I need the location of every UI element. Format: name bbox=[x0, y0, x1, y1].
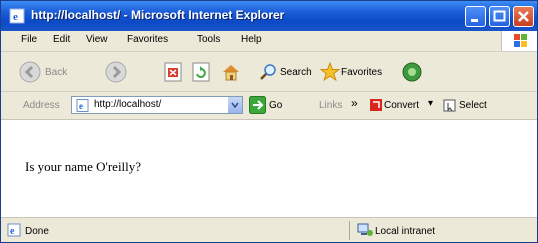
page-text: Is your name O'reilly? bbox=[25, 159, 142, 174]
menu-edit[interactable]: Edit bbox=[53, 34, 70, 45]
intranet-icon bbox=[357, 223, 373, 237]
search-icon bbox=[260, 64, 276, 80]
address-input[interactable]: e http://localhost/ bbox=[71, 96, 243, 114]
stop-icon bbox=[164, 62, 182, 82]
home-icon bbox=[223, 65, 239, 81]
select-button[interactable]: Select bbox=[459, 100, 487, 111]
minimize-button[interactable] bbox=[465, 6, 486, 27]
refresh-icon bbox=[192, 62, 210, 82]
back-button[interactable] bbox=[19, 61, 41, 83]
stop-button[interactable] bbox=[164, 62, 182, 82]
favorites-label: Favorites bbox=[341, 67, 383, 78]
forward-button[interactable] bbox=[105, 61, 127, 83]
status-divider bbox=[349, 221, 350, 240]
minimize-icon bbox=[471, 19, 478, 22]
maximize-icon bbox=[493, 10, 506, 22]
convert-dropdown-icon[interactable]: ▾ bbox=[428, 98, 433, 109]
search-button[interactable] bbox=[259, 62, 279, 82]
menu-help[interactable]: Help bbox=[241, 34, 262, 45]
address-bar: Address e http://localhost/ Go Links » C… bbox=[1, 92, 537, 120]
maximize-button[interactable] bbox=[489, 6, 510, 27]
close-icon bbox=[518, 11, 529, 22]
address-url: http://localhost/ bbox=[94, 99, 162, 110]
svg-text:e: e bbox=[13, 11, 18, 23]
refresh-button[interactable] bbox=[192, 62, 210, 82]
title-bar[interactable]: e http://localhost/ - Microsoft Internet… bbox=[1, 1, 537, 31]
menu-favorites[interactable]: Favorites bbox=[127, 34, 168, 45]
go-arrow-icon bbox=[249, 96, 266, 114]
favorites-star-icon bbox=[319, 61, 341, 82]
address-label: Address bbox=[23, 100, 60, 111]
back-label: Back bbox=[45, 67, 68, 78]
links-chevron-icon[interactable]: » bbox=[351, 96, 358, 110]
home-button[interactable] bbox=[220, 61, 242, 83]
status-bar: e Done Local intranet bbox=[1, 217, 537, 242]
convert-icon bbox=[369, 98, 383, 112]
svg-text:e: e bbox=[79, 101, 83, 111]
search-label: Search bbox=[280, 67, 312, 78]
menu-bar: File Edit View Favorites Tools Help bbox=[1, 31, 537, 52]
menu-file[interactable]: File bbox=[21, 34, 37, 45]
svg-text:e: e bbox=[10, 226, 15, 237]
links-label[interactable]: Links bbox=[319, 100, 342, 111]
favorites-button[interactable] bbox=[319, 61, 341, 83]
windows-logo-icon bbox=[501, 31, 537, 51]
go-label[interactable]: Go bbox=[269, 100, 282, 111]
browser-window: e http://localhost/ - Microsoft Internet… bbox=[0, 0, 538, 243]
page-icon: e bbox=[76, 99, 89, 112]
convert-button[interactable]: Convert bbox=[384, 100, 419, 111]
menu-view[interactable]: View bbox=[86, 34, 108, 45]
page-content: Is your name O'reilly? bbox=[1, 120, 537, 217]
ie-icon: e bbox=[9, 8, 25, 24]
address-dropdown[interactable] bbox=[228, 97, 242, 113]
standard-toolbar: Back Search Favorites bbox=[1, 52, 537, 92]
forward-icon bbox=[105, 61, 127, 83]
security-zone: Local intranet bbox=[375, 226, 436, 237]
select-icon bbox=[443, 98, 457, 112]
back-icon bbox=[19, 61, 41, 83]
status-text: Done bbox=[25, 226, 49, 237]
window-title: http://localhost/ - Microsoft Internet E… bbox=[31, 8, 285, 22]
close-button[interactable] bbox=[513, 6, 534, 27]
go-button[interactable] bbox=[249, 96, 266, 114]
menu-tools[interactable]: Tools bbox=[197, 34, 220, 45]
done-icon: e bbox=[7, 223, 21, 237]
media-icon bbox=[402, 62, 422, 82]
chevron-down-icon bbox=[231, 102, 239, 109]
media-button[interactable] bbox=[401, 61, 423, 83]
